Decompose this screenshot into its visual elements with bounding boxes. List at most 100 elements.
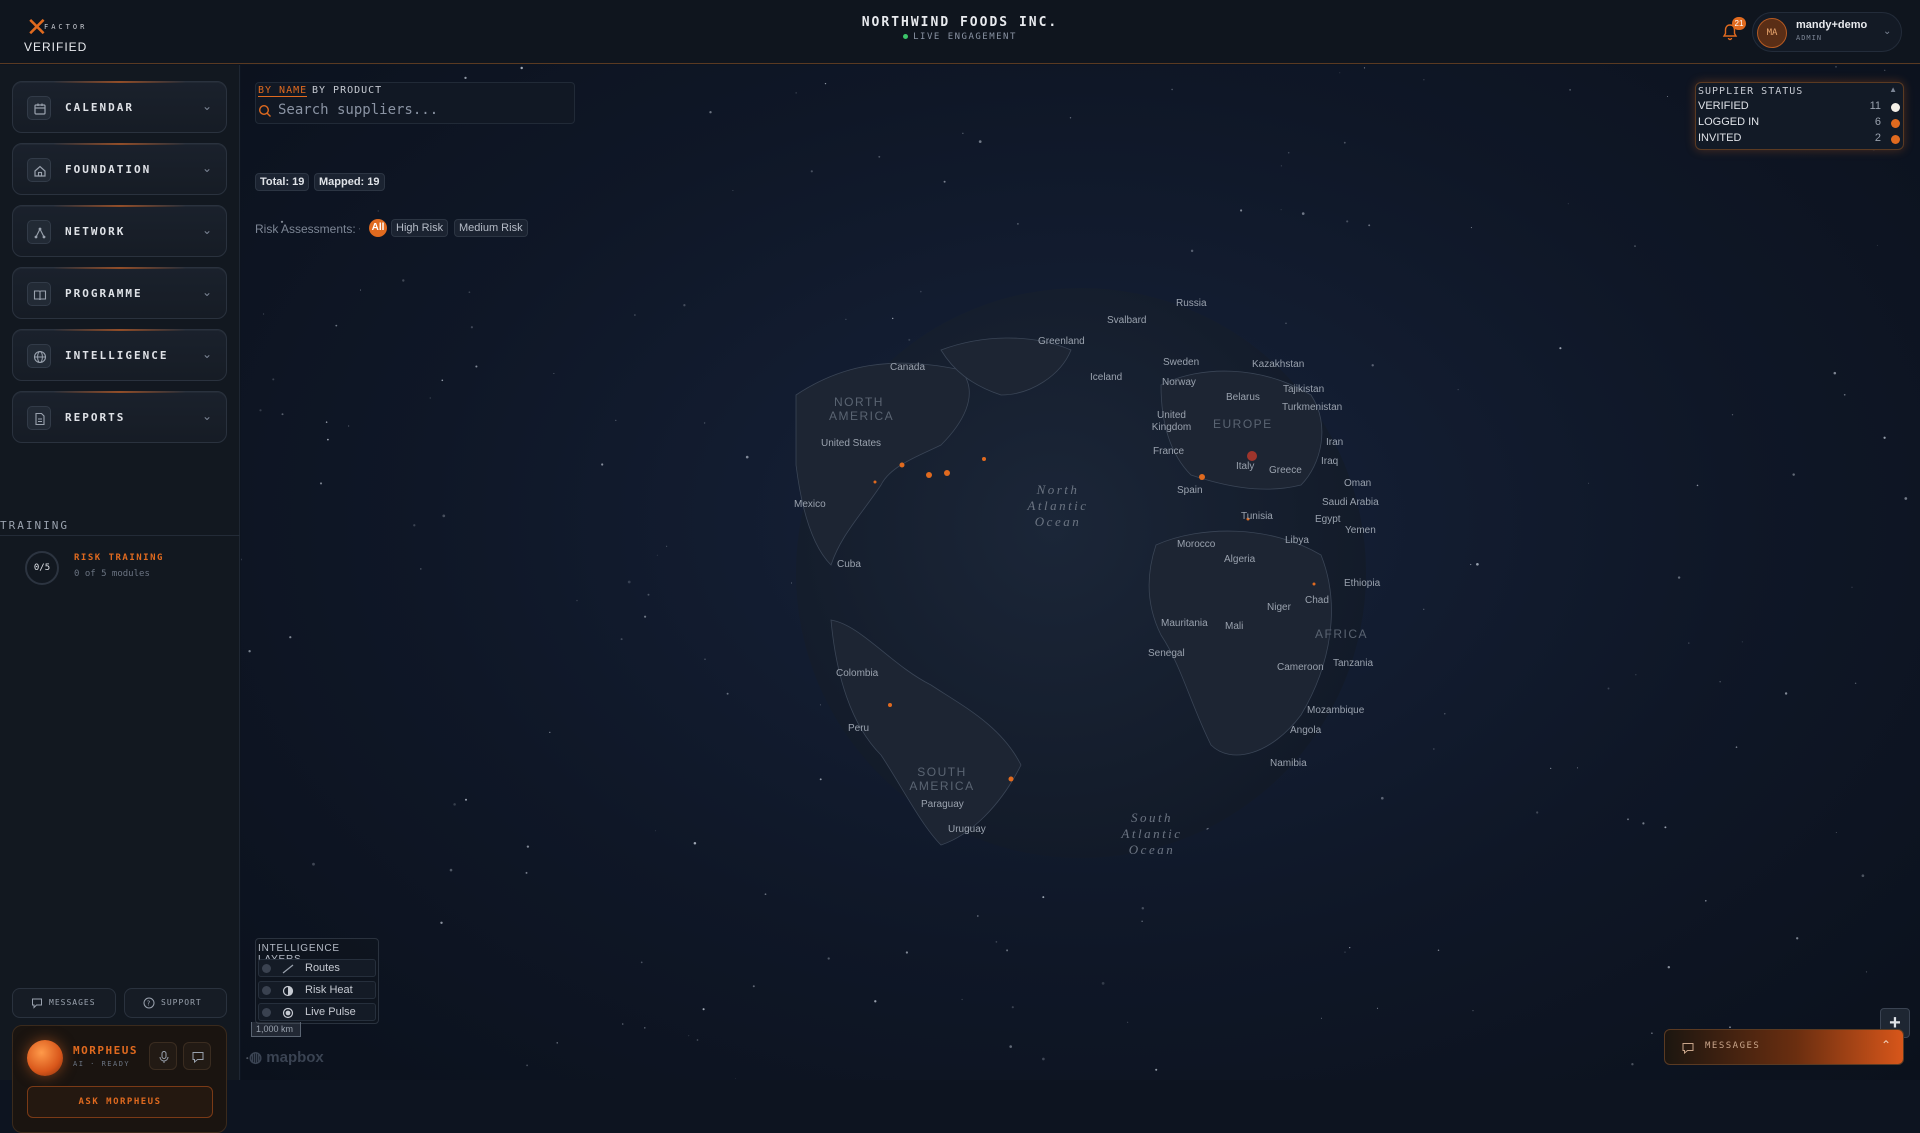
collapse-caret-icon[interactable]: ▲: [1889, 85, 1897, 94]
map-label: Cameroon: [1277, 662, 1324, 673]
support-button-label: SUPPORT: [161, 998, 202, 1007]
mapped-count-badge: Mapped: 19: [314, 173, 385, 191]
help-icon: ?: [143, 997, 155, 1009]
supplier-marker[interactable]: [1312, 582, 1316, 586]
chevron-up-icon: ⌃: [1880, 1038, 1891, 1052]
toggle-dot[interactable]: [262, 964, 271, 973]
messages-drawer-label: MESSAGES: [1705, 1041, 1761, 1051]
chat-button[interactable]: [183, 1042, 211, 1070]
support-button[interactable]: ? SUPPORT: [124, 988, 227, 1018]
sidebar-item-foundation[interactable]: FOUNDATION ⌄: [12, 143, 227, 195]
chevron-down-icon: ⌄: [1883, 26, 1892, 37]
map-label: Algeria: [1224, 554, 1256, 565]
chevron-down-icon: ⌄: [201, 285, 212, 299]
map-label: Angola: [1290, 725, 1322, 736]
map-label: Colombia: [836, 668, 879, 679]
map-label: Uruguay: [948, 824, 986, 835]
risk-filter-all[interactable]: All: [369, 219, 387, 237]
map-label: Canada: [890, 362, 926, 373]
supplier-marker[interactable]: [888, 703, 892, 707]
status-label: INVITED: [1698, 132, 1742, 144]
messages-button-label: MESSAGES: [49, 998, 96, 1007]
assistant-status: AI · READY: [73, 1060, 131, 1068]
map-scale: 1,000 km: [251, 1022, 301, 1037]
total-count-badge: Total: 19: [255, 173, 310, 191]
supplier-search-panel: BY NAME BY PRODUCT: [255, 82, 575, 124]
map-label: Peru: [848, 723, 870, 734]
sidebar-item-reports[interactable]: REPORTS ⌄: [12, 391, 227, 443]
status-label: LOGGED IN: [1698, 116, 1760, 128]
toggle-dot[interactable]: [262, 1008, 271, 1017]
sidebar-item-label: INTELLIGENCE: [65, 349, 169, 362]
supplier-marker[interactable]: [944, 470, 950, 476]
map-label-ocean: North Atlantic Ocean: [1027, 482, 1089, 529]
map-label: Belarus: [1226, 392, 1260, 403]
engagement-status: LIVE ENGAGEMENT: [0, 32, 1920, 42]
intelligence-layers-panel: INTELLIGENCE LAYERS Routes Risk Heat Liv…: [255, 938, 379, 1024]
risk-hotspot[interactable]: [1247, 451, 1257, 461]
chevron-down-icon: ⌄: [201, 161, 212, 175]
map-label: Mozambique: [1307, 705, 1365, 716]
messages-button[interactable]: MESSAGES: [12, 988, 116, 1018]
search-icon: [258, 104, 271, 117]
sidebar-item-network[interactable]: NETWORK ⌄: [12, 205, 227, 257]
status-dot-icon: [1891, 135, 1900, 144]
company-name: NORTHWIND FOODS INC.: [861, 15, 1059, 30]
sidebar: CALENDAR ⌄ FOUNDATION ⌄ NETWORK ⌄ PROGRA…: [0, 65, 240, 1133]
contrast-icon: [282, 985, 294, 997]
user-role: ADMIN: [1796, 34, 1823, 42]
chevron-down-icon: ⌄: [201, 347, 212, 361]
tab-by-name[interactable]: BY NAME: [258, 85, 308, 97]
user-name: mandy+demo: [1796, 19, 1868, 31]
map-canvas[interactable]: Russia Svalbard Greenland Canada Iceland…: [241, 65, 1920, 1080]
logo-verified: VERIFIED: [24, 40, 88, 54]
map-label: Iceland: [1090, 372, 1123, 383]
sidebar-item-programme[interactable]: PROGRAMME ⌄: [12, 267, 227, 319]
map-label: Italy: [1236, 461, 1255, 472]
supplier-status-panel: SUPPLIER STATUS ▲ VERIFIED 11 LOGGED IN …: [1695, 82, 1904, 150]
map-label: Greece: [1269, 465, 1302, 476]
assistant-orb-icon: [27, 1040, 63, 1076]
supplier-marker[interactable]: [1008, 776, 1014, 782]
risk-filter-medium[interactable]: Medium Risk: [454, 219, 528, 237]
supplier-marker[interactable]: [873, 480, 877, 484]
sidebar-item-calendar[interactable]: CALENDAR ⌄: [12, 81, 227, 133]
supplier-marker[interactable]: [899, 462, 905, 468]
map-label: Spain: [1177, 485, 1203, 496]
user-menu[interactable]: MA mandy+demo ADMIN ⌄: [1752, 12, 1902, 52]
tab-by-product[interactable]: BY PRODUCT: [312, 85, 382, 96]
home-icon: [27, 158, 51, 182]
messages-drawer-button[interactable]: MESSAGES ⌃: [1664, 1029, 1904, 1065]
supplier-marker[interactable]: [1199, 474, 1205, 480]
avatar: MA: [1757, 18, 1787, 48]
route-icon: [282, 964, 294, 974]
mapbox-attribution[interactable]: ◍ mapbox: [249, 1048, 324, 1066]
layer-toggle-live-pulse[interactable]: Live Pulse: [258, 1003, 376, 1021]
layer-toggle-risk-heat[interactable]: Risk Heat: [258, 981, 376, 999]
supplier-marker[interactable]: [926, 472, 932, 478]
search-input[interactable]: [278, 101, 568, 119]
ask-assistant-button[interactable]: ASK MORPHEUS: [27, 1086, 213, 1118]
supplier-marker[interactable]: [982, 457, 986, 461]
toggle-dot[interactable]: [262, 986, 271, 995]
map-label: Saudi Arabia: [1322, 497, 1379, 508]
risk-filter-high[interactable]: High Risk: [391, 219, 449, 237]
sidebar-item-intelligence[interactable]: INTELLIGENCE ⌄: [12, 329, 227, 381]
training-progress-ring: 0/5: [25, 551, 59, 585]
map-label-continent: SOUTH AMERICA: [909, 765, 975, 793]
status-dot-icon: [1891, 119, 1900, 128]
map-label-continent: EUROPE: [1213, 417, 1273, 431]
map-label: Cuba: [837, 559, 861, 570]
map-label: Turkmenistan: [1282, 402, 1343, 413]
mapbox-label: mapbox: [266, 1049, 324, 1066]
chat-icon: [192, 1052, 204, 1064]
training-module-link[interactable]: RISK TRAINING: [74, 553, 164, 563]
layer-toggle-routes[interactable]: Routes: [258, 959, 376, 977]
map-label: Mexico: [794, 499, 826, 510]
sidebar-item-label: FOUNDATION: [65, 163, 152, 176]
globe: [795, 288, 1366, 858]
voice-button[interactable]: [149, 1042, 177, 1070]
top-bar: ✕ FACTOR VERIFIED NORTHWIND FOODS INC. L…: [0, 0, 1920, 64]
map-label: Yemen: [1345, 525, 1376, 536]
live-dot-icon: [903, 34, 909, 39]
